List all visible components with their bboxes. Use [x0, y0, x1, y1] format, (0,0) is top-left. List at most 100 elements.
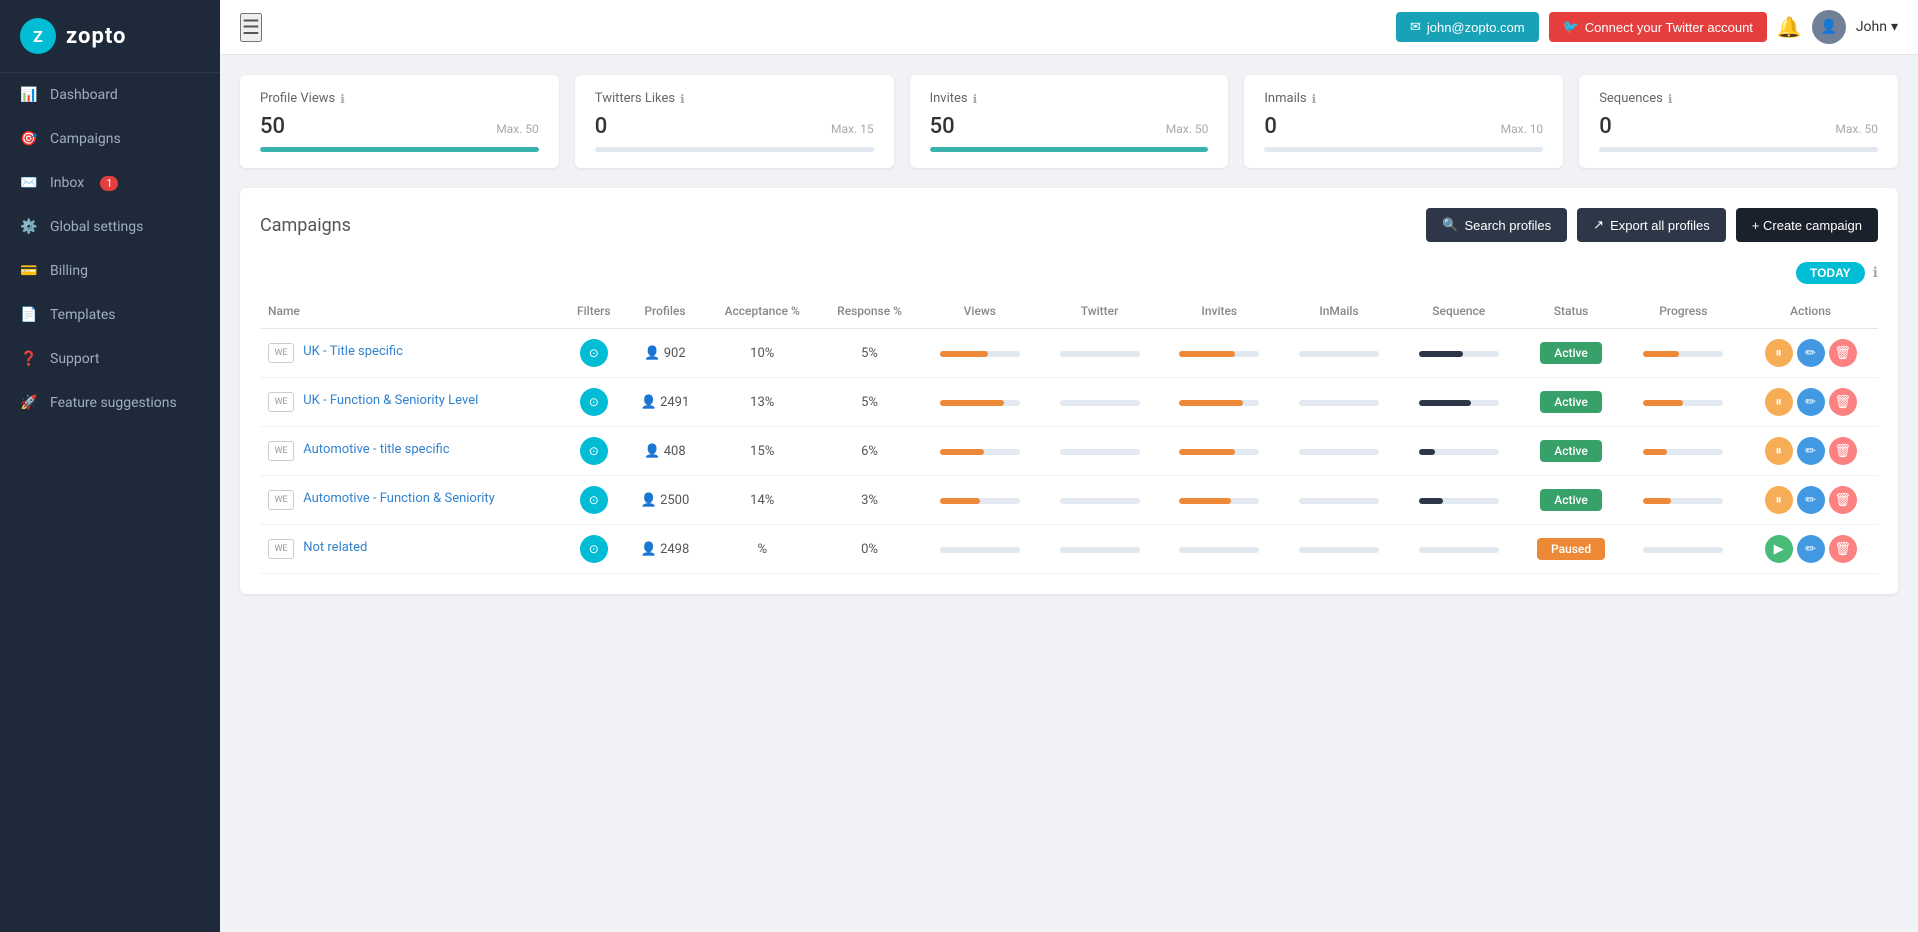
cell-sequence	[1399, 378, 1519, 427]
campaign-name-link[interactable]: UK - Function & Seniority Level	[303, 393, 478, 408]
notification-icon[interactable]: 🔔	[1777, 15, 1802, 39]
hamburger-button[interactable]: ☰	[240, 13, 262, 42]
delete-button[interactable]: 🗑	[1829, 535, 1857, 563]
sidebar-item-campaigns[interactable]: 🎯 Campaigns	[0, 117, 220, 161]
delete-button[interactable]: 🗑	[1829, 486, 1857, 514]
pause-button[interactable]: ⏸	[1765, 339, 1793, 367]
topbar: ☰ ✉ john@zopto.com 🐦 Connect your Twitte…	[220, 0, 1918, 55]
twitter-connect-button[interactable]: 🐦 Connect your Twitter account	[1549, 12, 1767, 42]
delete-button[interactable]: 🗑	[1829, 437, 1857, 465]
campaign-name-link[interactable]: Automotive - Function & Seniority	[303, 491, 495, 506]
stat-title-sequences: Sequences ℹ	[1599, 91, 1878, 106]
filter-icon: ⊙	[580, 339, 608, 367]
cell-status: Active	[1519, 329, 1624, 378]
table-info-icon: ℹ	[1873, 265, 1878, 281]
create-campaign-button[interactable]: + Create campaign	[1736, 208, 1878, 242]
cell-invites	[1159, 378, 1279, 427]
stat-current-profile-views: 50	[260, 114, 285, 139]
delete-button[interactable]: 🗑	[1829, 339, 1857, 367]
twitter-icon: 🐦	[1563, 19, 1579, 35]
play-button[interactable]: ▶	[1765, 535, 1793, 563]
mini-bar-container	[1060, 449, 1140, 455]
stat-card-inmails: Inmails ℹ 0 Max. 10	[1244, 75, 1563, 168]
campaign-name-link[interactable]: UK - Title specific	[303, 344, 403, 359]
table-row: WE UK - Title specific ⊙ 👤 902 10% 5% Ac…	[260, 329, 1878, 378]
sidebar-item-inbox[interactable]: ✉️ Inbox 1	[0, 161, 220, 205]
edit-button[interactable]: ✏	[1797, 486, 1825, 514]
edit-button[interactable]: ✏	[1797, 388, 1825, 416]
inbox-badge: 1	[100, 176, 118, 191]
pause-button[interactable]: ⏸	[1765, 437, 1793, 465]
export-profiles-button[interactable]: ↗ Export all profiles	[1577, 208, 1726, 242]
cell-actions: ▶ ✏ 🗑	[1743, 525, 1878, 574]
we-badge: WE	[268, 490, 294, 510]
stat-values-invites: 50 Max. 50	[930, 114, 1209, 139]
profiles-count: 👤 902	[633, 346, 698, 361]
table-row: WE Automotive - Function & Seniority ⊙ 👤…	[260, 476, 1878, 525]
cell-twitter	[1040, 427, 1160, 476]
edit-button[interactable]: ✏	[1797, 339, 1825, 367]
cell-views	[920, 329, 1040, 378]
stat-current-inmails: 0	[1264, 114, 1277, 139]
cell-views	[920, 525, 1040, 574]
filter-icon: ⊙	[580, 388, 608, 416]
col-acceptance: Acceptance %	[705, 294, 819, 329]
cell-name: WE UK - Title specific	[260, 329, 563, 378]
actions-cell: ⏸ ✏ 🗑	[1751, 339, 1870, 367]
sidebar-item-billing[interactable]: 💳 Billing	[0, 249, 220, 293]
cell-actions: ⏸ ✏ 🗑	[1743, 476, 1878, 525]
mini-bar-fill	[1643, 449, 1667, 455]
user-name[interactable]: John ▾	[1856, 19, 1898, 35]
sidebar-item-global-settings[interactable]: ⚙️ Global settings	[0, 205, 220, 249]
twitter-label: Connect your Twitter account	[1585, 20, 1753, 35]
pause-button[interactable]: ⏸	[1765, 486, 1793, 514]
cell-sequence	[1399, 427, 1519, 476]
sidebar-item-dashboard[interactable]: 📊 Dashboard	[0, 73, 220, 117]
today-toggle-button[interactable]: TODAY	[1796, 262, 1865, 284]
content: Profile Views ℹ 50 Max. 50 Twitters Like…	[220, 55, 1918, 932]
info-icon-twitter-likes: ℹ	[680, 92, 685, 106]
stat-bar-profile-views	[260, 147, 539, 152]
mini-bar-container	[1179, 351, 1259, 357]
stat-bar-invites	[930, 147, 1209, 152]
billing-icon: 💳	[20, 262, 38, 280]
search-profiles-button[interactable]: 🔍 Search profiles	[1426, 208, 1567, 242]
campaign-name-link[interactable]: Not related	[303, 540, 367, 555]
campaign-name-link[interactable]: Automotive - title specific	[303, 442, 449, 457]
pause-button[interactable]: ⏸	[1765, 388, 1793, 416]
mini-bar-container	[1060, 400, 1140, 406]
col-progress: Progress	[1624, 294, 1744, 329]
cell-invites	[1159, 476, 1279, 525]
stat-card-profile-views: Profile Views ℹ 50 Max. 50	[240, 75, 559, 168]
mini-bar-container	[1060, 498, 1140, 504]
cell-progress	[1624, 476, 1744, 525]
sidebar-item-support[interactable]: ❓ Support	[0, 337, 220, 381]
logo-icon: Z	[20, 18, 56, 54]
cell-profiles: 👤 902	[625, 329, 706, 378]
sidebar-item-feature-suggestions[interactable]: 🚀 Feature suggestions	[0, 381, 220, 425]
sidebar-item-templates[interactable]: 📄 Templates	[0, 293, 220, 337]
export-icon: ↗	[1593, 217, 1604, 233]
cell-acceptance: 13%	[705, 378, 819, 427]
stat-card-sequences: Sequences ℹ 0 Max. 50	[1579, 75, 1898, 168]
filter-icon: ⊙	[580, 535, 608, 563]
mini-bar-fill	[940, 498, 980, 504]
edit-button[interactable]: ✏	[1797, 437, 1825, 465]
cell-status: Active	[1519, 378, 1624, 427]
edit-button[interactable]: ✏	[1797, 535, 1825, 563]
we-badge: WE	[268, 343, 294, 363]
mini-bar-container	[1060, 351, 1140, 357]
cell-filters: ⊙	[563, 427, 625, 476]
logo-area: Z zopto	[0, 0, 220, 73]
cell-filters: ⊙	[563, 378, 625, 427]
stat-current-invites: 50	[930, 114, 955, 139]
mini-bar-container	[1643, 449, 1723, 455]
cell-response: 3%	[819, 476, 920, 525]
email-button[interactable]: ✉ john@zopto.com	[1396, 12, 1539, 42]
stat-title-invites: Invites ℹ	[930, 91, 1209, 106]
cell-views	[920, 378, 1040, 427]
profiles-count: 👤 2500	[633, 493, 698, 508]
delete-button[interactable]: 🗑	[1829, 388, 1857, 416]
mini-bar-container	[1179, 400, 1259, 406]
profiles-count: 👤 408	[633, 444, 698, 459]
